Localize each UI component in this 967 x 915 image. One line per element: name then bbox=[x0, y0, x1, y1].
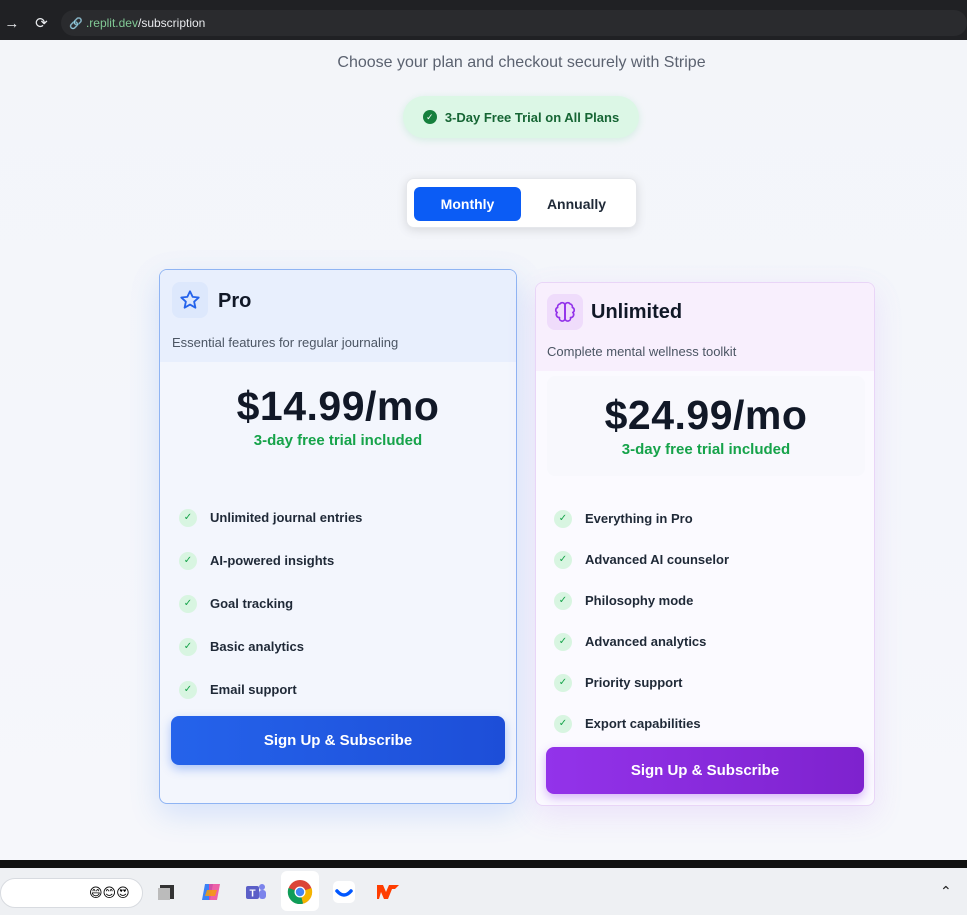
plan-card-pro: Pro Essential features for regular journ… bbox=[159, 269, 517, 804]
feature-item: ✓ Email support bbox=[179, 668, 362, 711]
feature-label: Basic analytics bbox=[210, 639, 304, 654]
star-icon bbox=[172, 282, 208, 318]
plan-trial-note: 3-day free trial included bbox=[621, 441, 791, 458]
feature-item: ✓ Export capabilities bbox=[554, 703, 729, 744]
chrome-icon[interactable] bbox=[286, 878, 314, 906]
link-icon: 🔗 bbox=[69, 17, 83, 30]
address-bar: → ⟳ 🔗 .replit.dev /subscription bbox=[0, 6, 967, 40]
price-box: $24.99/mo 3-day free trial included bbox=[547, 376, 865, 476]
check-icon: ✓ bbox=[179, 551, 197, 570]
app-icon[interactable] bbox=[152, 878, 180, 906]
app-icon[interactable] bbox=[330, 878, 358, 906]
feature-item: ✓ Priority support bbox=[554, 662, 729, 703]
subscription-page: Choose your plan and checkout securely w… bbox=[0, 40, 967, 860]
feature-label: Export capabilities bbox=[585, 716, 701, 731]
plan-trial-note: 3-day free trial included bbox=[253, 432, 423, 449]
check-icon: ✓ bbox=[554, 632, 572, 651]
feature-label: Priority support bbox=[585, 675, 683, 690]
plan-price: $24.99/mo bbox=[604, 392, 808, 438]
trial-badge-label: 3-Day Free Trial on All Plans bbox=[444, 109, 620, 125]
feature-item: ✓ Advanced analytics bbox=[554, 621, 729, 662]
annually-toggle-button[interactable]: Annually bbox=[523, 187, 630, 221]
feature-label: Advanced AI counselor bbox=[585, 552, 729, 567]
plan-card-unlimited: Unlimited Complete mental wellness toolk… bbox=[535, 282, 875, 806]
feature-label: Philosophy mode bbox=[585, 593, 694, 608]
url-field[interactable]: 🔗 .replit.dev /subscription bbox=[61, 10, 967, 36]
unlimited-subscribe-button[interactable]: Sign Up & Subscribe bbox=[546, 747, 864, 794]
plan-description: Complete mental wellness toolkit bbox=[547, 344, 737, 359]
check-icon: ✓ bbox=[554, 550, 572, 569]
taskbar: 😄😊😍 T ⌃ bbox=[0, 868, 967, 915]
feature-item: ✓ Unlimited journal entries bbox=[179, 496, 362, 539]
plan-card-header: Pro Essential features for regular journ… bbox=[160, 270, 516, 362]
feature-label: Advanced analytics bbox=[585, 634, 707, 649]
chevron-up-icon[interactable]: ⌃ bbox=[940, 883, 952, 900]
billing-toggle: Monthly Annually bbox=[406, 178, 637, 228]
forward-icon[interactable]: → bbox=[0, 15, 24, 32]
feature-label: Email support bbox=[210, 682, 297, 697]
feature-label: AI-powered insights bbox=[210, 553, 335, 568]
check-icon: ✓ bbox=[554, 714, 572, 733]
teams-icon[interactable]: T bbox=[242, 878, 270, 906]
taskbar-divider bbox=[0, 860, 967, 868]
price-box: $14.99/mo 3-day free trial included bbox=[172, 367, 504, 477]
pro-subscribe-button[interactable]: Sign Up & Subscribe bbox=[171, 716, 505, 765]
feature-item: ✓ Goal tracking bbox=[179, 582, 362, 625]
feature-item: ✓ Advanced AI counselor bbox=[554, 539, 729, 580]
feature-label: Everything in Pro bbox=[585, 511, 693, 526]
brain-icon bbox=[547, 294, 583, 330]
check-icon: ✓ bbox=[554, 509, 572, 528]
emoji-icon: 😄😊😍 bbox=[89, 885, 130, 900]
check-icon: ✓ bbox=[554, 591, 572, 610]
feature-item: ✓ Everything in Pro bbox=[554, 498, 729, 539]
feature-list: ✓ Unlimited journal entries ✓ AI-powered i… bbox=[179, 496, 362, 711]
url-host: .replit.dev bbox=[85, 16, 138, 30]
check-circle-icon: ✓ bbox=[422, 110, 437, 124]
feature-label: Unlimited journal entries bbox=[210, 510, 363, 525]
check-icon: ✓ bbox=[179, 594, 197, 613]
copilot-icon[interactable] bbox=[197, 878, 225, 906]
check-icon: ✓ bbox=[179, 508, 197, 527]
page-subtitle: Choose your plan and checkout securely w… bbox=[337, 54, 706, 71]
url-path: /subscription bbox=[137, 16, 206, 30]
check-icon: ✓ bbox=[179, 680, 197, 699]
feature-label: Goal tracking bbox=[210, 596, 294, 611]
feature-item: ✓ AI-powered insights bbox=[179, 539, 362, 582]
plan-description: Essential features for regular journalin… bbox=[172, 335, 399, 350]
svg-text:T: T bbox=[250, 889, 256, 900]
feature-item: ✓ Basic analytics bbox=[179, 625, 362, 668]
plan-name: Pro bbox=[218, 290, 252, 312]
app-icon[interactable] bbox=[374, 878, 402, 906]
check-icon: ✓ bbox=[554, 673, 572, 692]
feature-list: ✓ Everything in Pro ✓ Advanced AI counselo… bbox=[554, 498, 729, 744]
plan-price: $14.99/mo bbox=[236, 383, 440, 429]
plan-name: Unlimited bbox=[591, 301, 683, 323]
feature-item: ✓ Philosophy mode bbox=[554, 580, 729, 621]
monthly-toggle-button[interactable]: Monthly bbox=[414, 187, 521, 221]
check-icon: ✓ bbox=[179, 637, 197, 656]
taskbar-search-field[interactable]: 😄😊😍 bbox=[0, 878, 143, 908]
reload-icon[interactable]: ⟳ bbox=[30, 14, 54, 32]
plan-card-header: Unlimited Complete mental wellness toolk… bbox=[536, 283, 874, 371]
trial-badge: ✓ 3-Day Free Trial on All Plans bbox=[403, 96, 639, 138]
